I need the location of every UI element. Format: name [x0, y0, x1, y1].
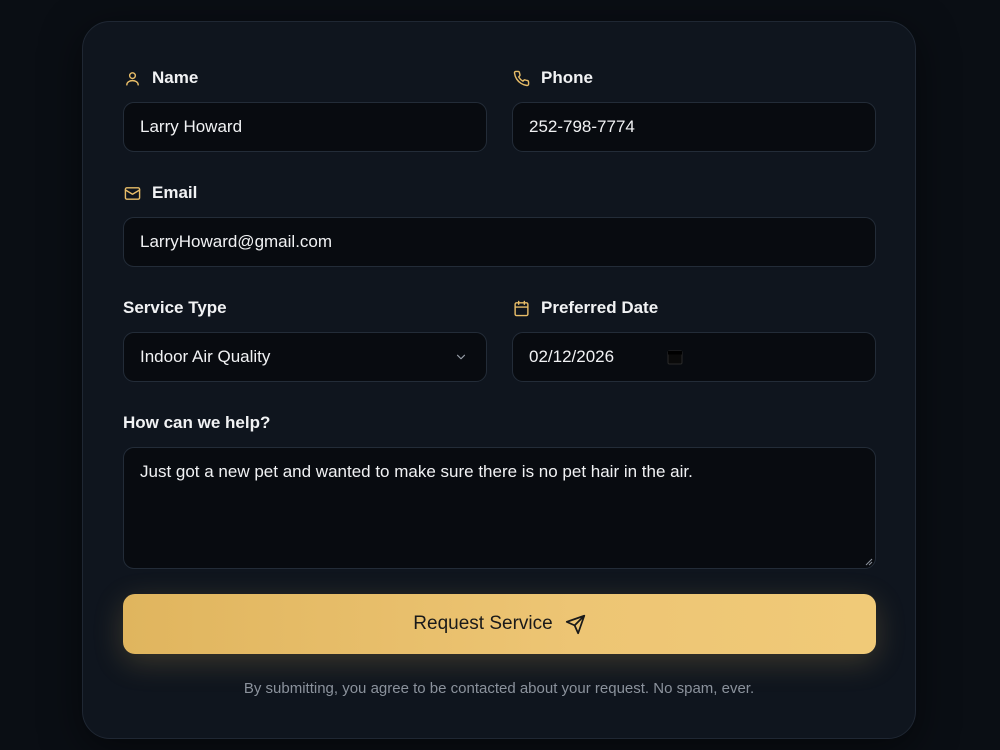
phone-icon [512, 69, 530, 87]
email-label: Email [123, 182, 197, 204]
message-label: How can we help? [123, 413, 271, 432]
message-textarea[interactable]: Just got a new pet and wanted to make su… [123, 447, 876, 569]
service-type-select[interactable]: Indoor Air Quality [123, 332, 487, 382]
preferred-date-input[interactable]: 02/12/2026 [512, 332, 876, 382]
chevron-down-icon [456, 354, 466, 360]
request-service-button[interactable]: Request Service [123, 594, 876, 654]
date-picker-icon[interactable] [667, 349, 683, 365]
mail-icon [123, 184, 141, 202]
service-type-label: Service Type [123, 298, 227, 317]
resize-handle-icon[interactable] [865, 558, 873, 566]
calendar-icon [512, 299, 530, 317]
email-input[interactable]: LarryHoward@gmail.com [123, 217, 876, 267]
name-label: Name [123, 67, 198, 89]
phone-label: Phone [512, 67, 593, 89]
page: Name Larry Howard Phone 252-798-7774 Ema… [0, 0, 1000, 750]
disclaimer-text: By submitting, you agree to be contacted… [243, 680, 755, 697]
name-input[interactable]: Larry Howard [123, 102, 487, 152]
send-icon [565, 614, 586, 635]
preferred-date-label: Preferred Date [512, 297, 658, 319]
phone-input[interactable]: 252-798-7774 [512, 102, 876, 152]
user-icon [123, 69, 141, 87]
